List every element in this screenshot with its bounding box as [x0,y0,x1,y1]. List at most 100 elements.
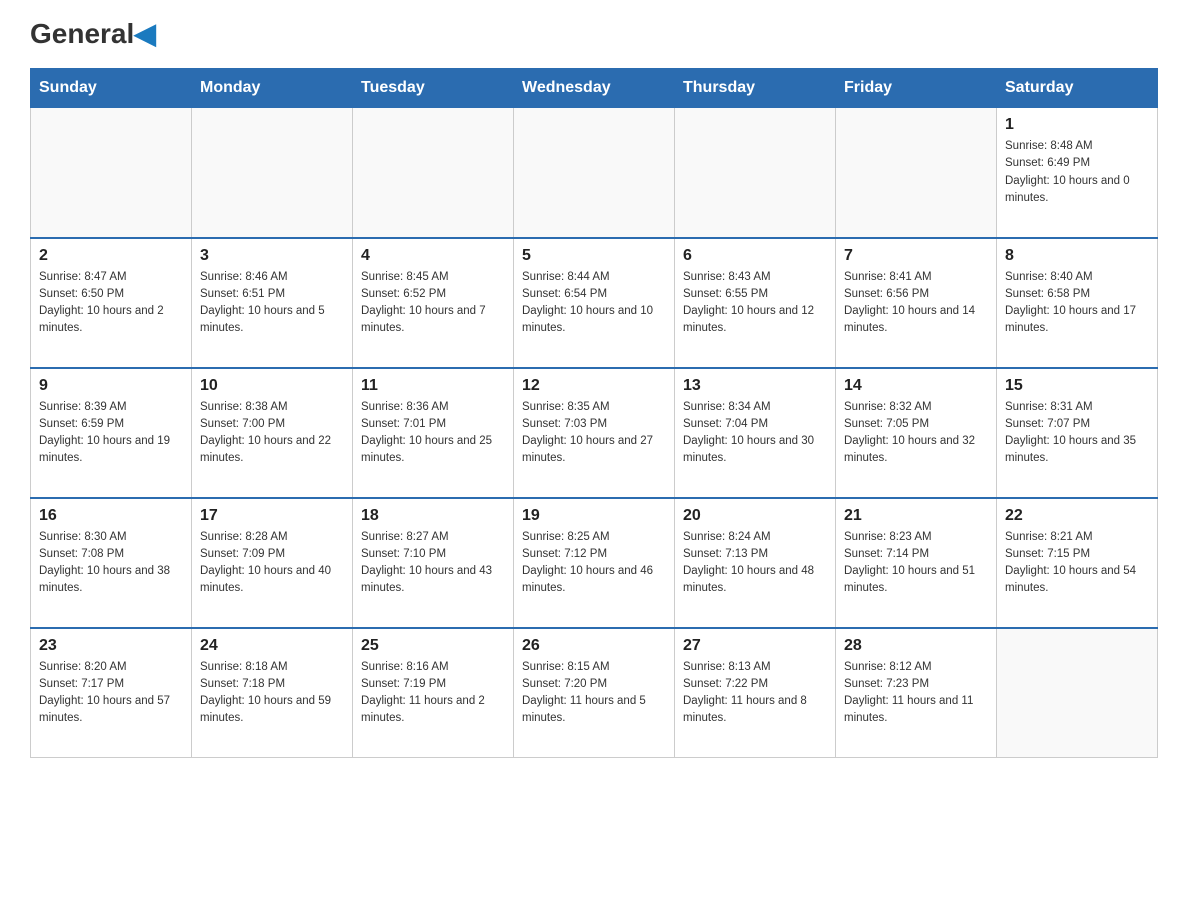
table-row: 13Sunrise: 8:34 AMSunset: 7:04 PMDayligh… [675,368,836,498]
table-row [514,108,675,238]
table-row: 4Sunrise: 8:45 AMSunset: 6:52 PMDaylight… [353,238,514,368]
calendar-week-row: 9 Sunrise: 8:39 AMSunset: 6:59 PMDaylight… [31,368,1158,498]
day-number: 28 [844,637,988,655]
table-row: 15Sunrise: 8:31 AMSunset: 7:07 PMDayligh… [997,368,1158,498]
day-info: Sunrise: 8:28 AMSunset: 7:09 PMDaylight:… [200,529,344,598]
logo: General◀ [30,20,156,48]
day-info: Sunrise: 8:48 AMSunset: 6:49 PMDaylight:… [1005,138,1149,207]
day-info: Sunrise: 8:12 AMSunset: 7:23 PMDaylight:… [844,659,988,728]
day-info: Sunrise: 8:24 AMSunset: 7:13 PMDaylight:… [683,529,827,598]
day-info: Sunrise: 8:35 AMSunset: 7:03 PMDaylight:… [522,399,666,468]
table-row: 19 Sunrise: 8:25 AMSunset: 7:12 PMDayligh… [514,498,675,628]
table-row [192,108,353,238]
table-row: 26 Sunrise: 8:15 AMSunset: 7:20 PMDayligh… [514,628,675,758]
day-number: 15 [1005,377,1149,395]
day-number: 2 [39,247,183,265]
day-number: 13 [683,377,827,395]
table-row [31,108,192,238]
page-header: General◀ [30,20,1158,48]
table-row: 22 Sunrise: 8:21 AMSunset: 7:15 PMDayligh… [997,498,1158,628]
day-info: Sunrise: 8:18 AMSunset: 7:18 PMDaylight:… [200,659,344,728]
table-row: 12 Sunrise: 8:35 AMSunset: 7:03 PMDayligh… [514,368,675,498]
table-row: 10 Sunrise: 8:38 AMSunset: 7:00 PMDayligh… [192,368,353,498]
calendar-week-row: 23 Sunrise: 8:20 AMSunset: 7:17 PMDayligh… [31,628,1158,758]
header-sunday: Sunday [31,69,192,108]
day-info: Sunrise: 8:47 AMSunset: 6:50 PMDaylight:… [39,269,183,338]
header-friday: Friday [836,69,997,108]
table-row: 9 Sunrise: 8:39 AMSunset: 6:59 PMDaylight… [31,368,192,498]
day-number: 25 [361,637,505,655]
day-number: 9 [39,377,183,395]
header-saturday: Saturday [997,69,1158,108]
table-row [353,108,514,238]
weekday-header-row: Sunday Monday Tuesday Wednesday Thursday… [31,69,1158,108]
day-info: Sunrise: 8:16 AMSunset: 7:19 PMDaylight:… [361,659,505,728]
day-number: 22 [1005,507,1149,525]
table-row: 20 Sunrise: 8:24 AMSunset: 7:13 PMDayligh… [675,498,836,628]
day-info: Sunrise: 8:46 AMSunset: 6:51 PMDaylight:… [200,269,344,338]
table-row: 14 Sunrise: 8:32 AMSunset: 7:05 PMDayligh… [836,368,997,498]
day-info: Sunrise: 8:13 AMSunset: 7:22 PMDaylight:… [683,659,827,728]
day-number: 12 [522,377,666,395]
table-row: 23 Sunrise: 8:20 AMSunset: 7:17 PMDayligh… [31,628,192,758]
day-number: 5 [522,247,666,265]
table-row: 8 Sunrise: 8:40 AMSunset: 6:58 PMDaylight… [997,238,1158,368]
table-row [675,108,836,238]
table-row: 21Sunrise: 8:23 AMSunset: 7:14 PMDayligh… [836,498,997,628]
day-info: Sunrise: 8:38 AMSunset: 7:00 PMDaylight:… [200,399,344,468]
table-row: 25 Sunrise: 8:16 AMSunset: 7:19 PMDayligh… [353,628,514,758]
table-row: 24 Sunrise: 8:18 AMSunset: 7:18 PMDayligh… [192,628,353,758]
day-number: 8 [1005,247,1149,265]
day-number: 17 [200,507,344,525]
day-info: Sunrise: 8:40 AMSunset: 6:58 PMDaylight:… [1005,269,1149,338]
header-monday: Monday [192,69,353,108]
header-tuesday: Tuesday [353,69,514,108]
day-info: Sunrise: 8:15 AMSunset: 7:20 PMDaylight:… [522,659,666,728]
day-number: 10 [200,377,344,395]
day-info: Sunrise: 8:44 AMSunset: 6:54 PMDaylight:… [522,269,666,338]
table-row: 17 Sunrise: 8:28 AMSunset: 7:09 PMDayligh… [192,498,353,628]
table-row [997,628,1158,758]
day-number: 14 [844,377,988,395]
calendar-week-row: 2 Sunrise: 8:47 AMSunset: 6:50 PMDaylight… [31,238,1158,368]
table-row: 16 Sunrise: 8:30 AMSunset: 7:08 PMDayligh… [31,498,192,628]
day-number: 6 [683,247,827,265]
day-info: Sunrise: 8:23 AMSunset: 7:14 PMDaylight:… [844,529,988,598]
day-number: 20 [683,507,827,525]
header-wednesday: Wednesday [514,69,675,108]
day-number: 1 [1005,116,1149,134]
day-number: 26 [522,637,666,655]
day-info: Sunrise: 8:43 AMSunset: 6:55 PMDaylight:… [683,269,827,338]
day-number: 18 [361,507,505,525]
day-number: 11 [361,377,505,395]
table-row: 28 Sunrise: 8:12 AMSunset: 7:23 PMDayligh… [836,628,997,758]
table-row: 6 Sunrise: 8:43 AMSunset: 6:55 PMDaylight… [675,238,836,368]
table-row: 11 Sunrise: 8:36 AMSunset: 7:01 PMDayligh… [353,368,514,498]
table-row: 3 Sunrise: 8:46 AMSunset: 6:51 PMDaylight… [192,238,353,368]
day-info: Sunrise: 8:20 AMSunset: 7:17 PMDaylight:… [39,659,183,728]
day-info: Sunrise: 8:32 AMSunset: 7:05 PMDaylight:… [844,399,988,468]
calendar-week-row: 16 Sunrise: 8:30 AMSunset: 7:08 PMDayligh… [31,498,1158,628]
day-number: 3 [200,247,344,265]
day-number: 7 [844,247,988,265]
calendar-table: Sunday Monday Tuesday Wednesday Thursday… [30,68,1158,758]
table-row: 27Sunrise: 8:13 AMSunset: 7:22 PMDayligh… [675,628,836,758]
day-info: Sunrise: 8:39 AMSunset: 6:59 PMDaylight:… [39,399,183,468]
day-number: 16 [39,507,183,525]
table-row: 2 Sunrise: 8:47 AMSunset: 6:50 PMDaylight… [31,238,192,368]
day-info: Sunrise: 8:41 AMSunset: 6:56 PMDaylight:… [844,269,988,338]
day-info: Sunrise: 8:27 AMSunset: 7:10 PMDaylight:… [361,529,505,598]
day-info: Sunrise: 8:36 AMSunset: 7:01 PMDaylight:… [361,399,505,468]
day-number: 19 [522,507,666,525]
table-row: 7 Sunrise: 8:41 AMSunset: 6:56 PMDaylight… [836,238,997,368]
table-row: 5 Sunrise: 8:44 AMSunset: 6:54 PMDaylight… [514,238,675,368]
day-number: 24 [200,637,344,655]
table-row [836,108,997,238]
logo-arrow-icon: ◀ [134,18,156,49]
table-row: 1 Sunrise: 8:48 AMSunset: 6:49 PMDaylight… [997,108,1158,238]
day-info: Sunrise: 8:21 AMSunset: 7:15 PMDaylight:… [1005,529,1149,598]
day-info: Sunrise: 8:30 AMSunset: 7:08 PMDaylight:… [39,529,183,598]
header-thursday: Thursday [675,69,836,108]
day-info: Sunrise: 8:25 AMSunset: 7:12 PMDaylight:… [522,529,666,598]
day-number: 23 [39,637,183,655]
